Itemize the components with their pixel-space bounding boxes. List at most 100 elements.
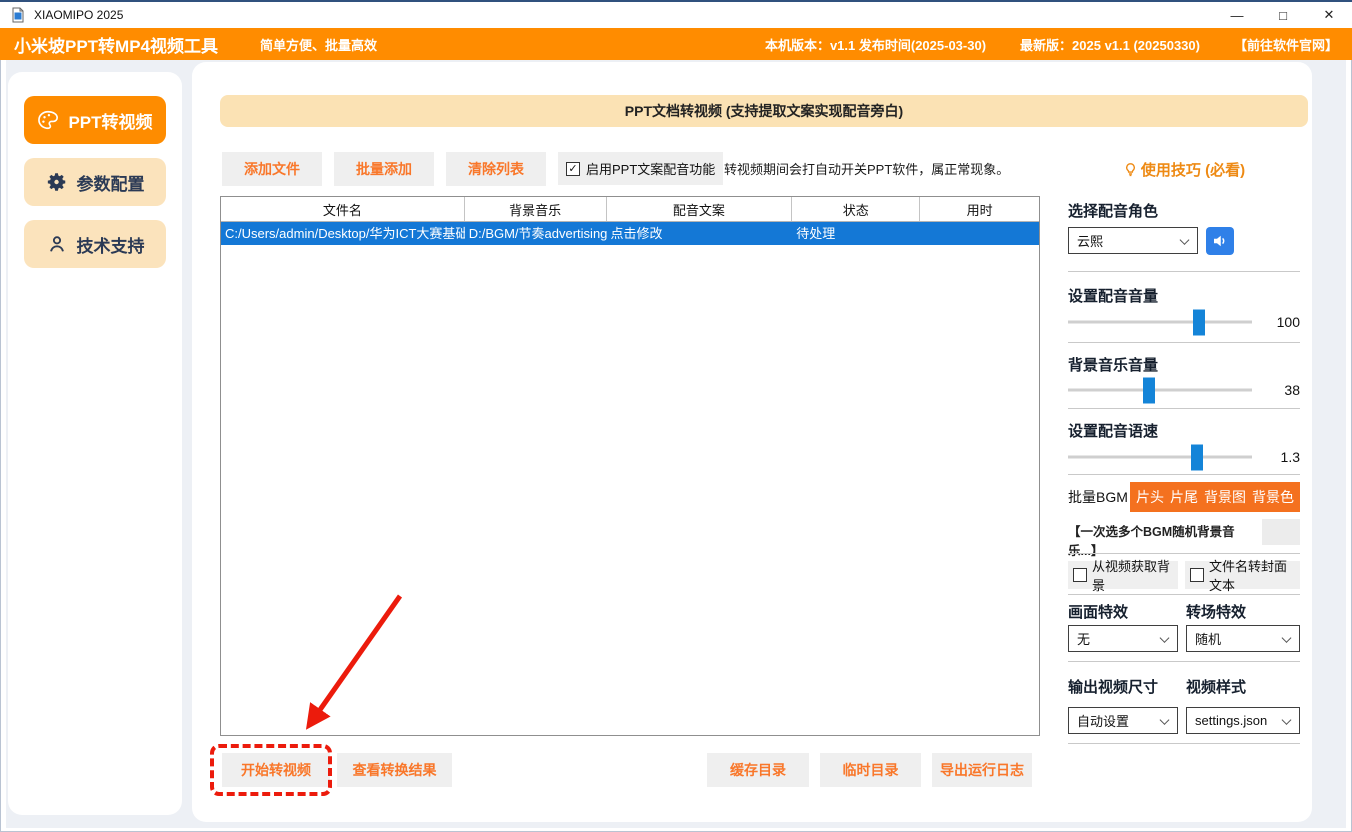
tab-intro[interactable]: 片头 (1136, 487, 1164, 507)
bgm-tab-bar: 片头 片尾 背景图 背景色 (1130, 482, 1300, 512)
sidebar: PPT转视频 参数配置 技术支持 (8, 72, 182, 815)
tab-background-image[interactable]: 背景图 (1204, 487, 1246, 507)
slider-handle[interactable] (1190, 444, 1203, 470)
preview-voice-button[interactable] (1206, 227, 1234, 255)
start-convert-button[interactable]: 开始转视频 (222, 753, 330, 787)
divider (1068, 594, 1300, 595)
divider (1068, 408, 1300, 409)
app-tagline: 简单方便、批量高效 (260, 37, 378, 53)
column-header-bgm: 背景音乐 (465, 197, 607, 221)
settings-panel: 使用技巧 (必看) 选择配音角色 云熙 设置配音音量 100 背景音乐音量 38… (1068, 157, 1300, 757)
table-row[interactable]: C:/Users/admin/Desktop/华为ICT大赛基础 D:/BGM/… (221, 222, 1039, 245)
app-icon (12, 7, 24, 23)
checkbox-unchecked-icon[interactable] (1073, 568, 1087, 582)
chevron-down-icon (1281, 632, 1292, 643)
screen-effect-select[interactable]: 无 (1068, 625, 1178, 652)
maximize-button[interactable]: □ (1260, 2, 1306, 28)
sidebar-item-parameters[interactable]: 参数配置 (24, 158, 166, 206)
speaker-icon (1214, 235, 1225, 247)
gear-icon (47, 173, 65, 191)
cell-filename: C:/Users/admin/Desktop/华为ICT大赛基础 (225, 226, 465, 241)
slider-track[interactable] (1068, 309, 1252, 335)
filename-cover-label: 文件名转封面文本 (1209, 559, 1288, 593)
sidebar-item-ppt-to-video[interactable]: PPT转视频 (24, 96, 166, 144)
sidebar-item-label: 参数配置 (76, 174, 145, 194)
output-size-select[interactable]: 自动设置 (1068, 707, 1178, 734)
cell-time (920, 222, 1039, 245)
content-area: PPT转视频 参数配置 技术支持 PPT文档转视频 (支持提取文案实现配音旁白)… (6, 60, 1346, 828)
sidebar-item-label: 技术支持 (76, 236, 145, 256)
filename-cover-checkbox[interactable]: 文件名转封面文本 (1185, 559, 1300, 593)
checkbox-unchecked-icon[interactable] (1190, 568, 1204, 582)
close-button[interactable]: ✕ (1306, 2, 1352, 28)
divider (1068, 743, 1300, 744)
main-panel: PPT文档转视频 (支持提取文案实现配音旁白) 添加文件 批量添加 清除列表 ✓… (192, 62, 1312, 822)
add-file-button[interactable]: 添加文件 (222, 152, 322, 186)
voice-role-label: 选择配音角色 (1068, 203, 1159, 220)
sidebar-item-support[interactable]: 技术支持 (24, 220, 166, 268)
slider-handle[interactable] (1142, 377, 1155, 403)
view-results-button[interactable]: 查看转换结果 (337, 753, 452, 787)
output-size-value: 自动设置 (1077, 714, 1130, 729)
usage-tips-link[interactable]: 使用技巧 (必看) (1068, 159, 1300, 180)
column-header-filename: 文件名 (221, 197, 465, 221)
divider (1068, 342, 1300, 343)
bgm-volume-slider[interactable]: 38 (1068, 375, 1300, 405)
slider-handle[interactable] (1192, 309, 1205, 335)
slider-track[interactable] (1068, 377, 1252, 403)
chevron-down-icon (1179, 234, 1190, 245)
enable-voice-checkbox-group[interactable]: ✓ 启用PPT文案配音功能 (558, 152, 724, 185)
divider (1068, 661, 1300, 662)
clear-list-button[interactable]: 清除列表 (446, 152, 546, 186)
transition-effect-label: 转场特效 (1186, 604, 1247, 621)
palette-icon (38, 110, 59, 130)
page-title: PPT文档转视频 (支持提取文案实现配音旁白) (220, 95, 1308, 127)
voice-volume-label: 设置配音音量 (1068, 288, 1159, 305)
column-header-time: 用时 (966, 202, 993, 218)
chevron-down-icon (1159, 632, 1170, 643)
voice-speed-label: 设置配音语速 (1068, 423, 1159, 440)
sidebar-item-label: PPT转视频 (68, 112, 153, 132)
screen-effect-label: 画面特效 (1068, 604, 1129, 621)
transition-effect-select[interactable]: 随机 (1186, 625, 1300, 652)
divider (1068, 271, 1300, 272)
bgm-volume-label: 背景音乐音量 (1068, 357, 1159, 374)
app-header-bar: 小米坡PPT转MP4视频工具 简单方便、批量高效 本机版本：v1.1 发布时间(… (0, 28, 1352, 60)
enable-voice-checkbox-label: 启用PPT文案配音功能 (586, 162, 716, 177)
voice-speed-value: 1.3 (1280, 449, 1300, 465)
usage-tips-label: 使用技巧 (必看) (1140, 162, 1246, 179)
cache-dir-button[interactable]: 缓存目录 (707, 753, 809, 787)
voice-speed-slider[interactable]: 1.3 (1068, 442, 1300, 472)
voice-role-select[interactable]: 云熙 (1068, 227, 1198, 254)
checkbox-checked-icon[interactable]: ✓ (566, 161, 580, 176)
person-icon (49, 236, 64, 252)
video-background-checkbox[interactable]: 从视频获取背景 (1068, 559, 1178, 593)
voice-role-value: 云熙 (1077, 234, 1104, 249)
minimize-button[interactable]: — (1214, 2, 1260, 28)
title-bar: XIAOMIPO 2025 — □ ✕ (0, 0, 1352, 28)
voice-volume-slider[interactable]: 100 (1068, 307, 1300, 337)
website-link[interactable]: 【前往软件官网】 (1234, 35, 1338, 54)
video-style-select[interactable]: settings.json (1186, 707, 1300, 734)
lightbulb-icon (1125, 163, 1135, 177)
transition-effect-value: 随机 (1195, 632, 1222, 647)
temp-dir-button[interactable]: 临时目录 (820, 753, 921, 787)
window-title: XIAOMIPO 2025 (34, 8, 124, 22)
cell-bgm: D:/BGM/节奏advertising (468, 226, 607, 241)
table-header-row: 文件名 背景音乐 配音文案 状态 用时 (221, 197, 1039, 222)
divider (1068, 474, 1300, 475)
chevron-down-icon (1281, 714, 1292, 725)
chevron-down-icon (1159, 714, 1170, 725)
voice-volume-value: 100 (1276, 314, 1300, 330)
toolbar-note: 转视频期间会打自动开关PPT软件，属正常现象。 (724, 162, 1010, 177)
bgm-picker-button[interactable] (1262, 519, 1300, 545)
batch-bgm-button[interactable]: 批量BGM (1068, 482, 1130, 512)
tab-background-color[interactable]: 背景色 (1252, 487, 1294, 507)
batch-add-button[interactable]: 批量添加 (334, 152, 434, 186)
export-log-button[interactable]: 导出运行日志 (932, 753, 1032, 787)
cell-script-edit[interactable]: 点击修改 (607, 222, 793, 245)
output-size-label: 输出视频尺寸 (1068, 679, 1159, 696)
slider-track[interactable] (1068, 444, 1252, 470)
tab-outro[interactable]: 片尾 (1170, 487, 1198, 507)
latest-version-text: 最新版：2025 v1.1 (20250330) (1020, 37, 1200, 53)
